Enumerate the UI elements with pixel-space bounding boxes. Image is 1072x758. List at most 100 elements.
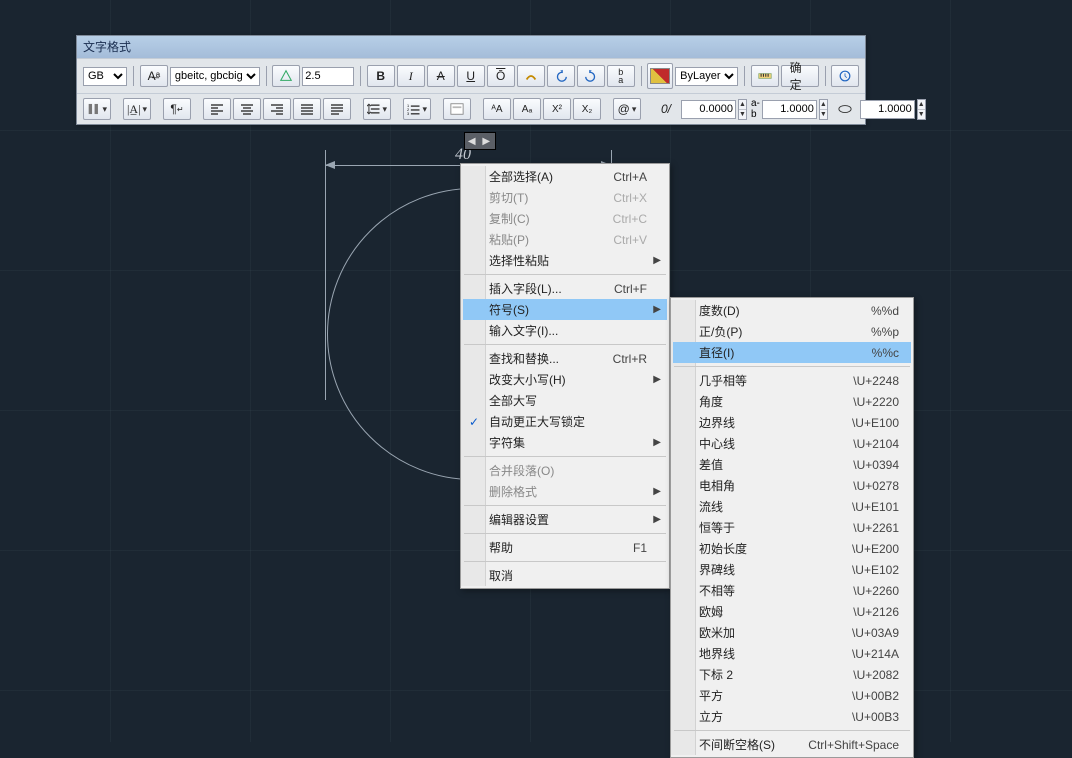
uppercase-button[interactable]: ᴬA — [483, 98, 511, 120]
menu-item-remove-fmt[interactable]: 删除格式▶ — [463, 481, 667, 502]
font-family-select[interactable]: GB — [83, 67, 127, 86]
menu-item-insert-field[interactable]: 插入字段(L)...Ctrl+F — [463, 278, 667, 299]
oblique-icon: 0/ — [653, 99, 679, 119]
menu-item-plusminus[interactable]: 正/负(P)%%p — [673, 321, 911, 342]
align-justify-button[interactable]: line{stroke:#333;stroke-width:1.4} — [293, 98, 321, 120]
width-factor-input[interactable] — [860, 100, 915, 119]
menu-separator — [464, 561, 666, 562]
color-swatch — [650, 68, 670, 84]
mtext-justify-button[interactable]: |A̲| — [123, 98, 151, 120]
lowercase-button[interactable]: Aₐ — [513, 98, 541, 120]
menu-item-ohm[interactable]: 欧姆\U+2126 — [673, 601, 911, 622]
menu-item-boundary[interactable]: 边界线\U+E100 — [673, 412, 911, 433]
panel-title: 文字格式 — [77, 36, 865, 58]
symbol-submenu: 度数(D)%%d 正/负(P)%%p 直径(I)%%c 几乎相等\U+2248 … — [670, 297, 914, 758]
line-spacing-button[interactable]: line{stroke:#333;stroke-width:1.4} — [363, 98, 391, 120]
ruler-tab-handle[interactable]: ◀ ▶ — [464, 132, 496, 150]
menu-item-all-caps[interactable]: 全部大写 — [463, 390, 667, 411]
paragraph-button[interactable]: ¶↵ — [163, 98, 191, 120]
annotative-button[interactable] — [272, 65, 300, 87]
menu-item-omega[interactable]: 欧米加\U+03A9 — [673, 622, 911, 643]
menu-item-find-replace[interactable]: 查找和替换...Ctrl+R — [463, 348, 667, 369]
menu-item-initlen[interactable]: 初始长度\U+E200 — [673, 538, 911, 559]
color-layer-select[interactable]: ByLayer — [675, 67, 738, 86]
oblique-spinner[interactable]: ▲▼ — [738, 99, 747, 120]
oblique-input[interactable] — [681, 100, 736, 119]
menu-item-copy[interactable]: 复制(C)Ctrl+C — [463, 208, 667, 229]
align-left-button[interactable]: line{stroke:#333;stroke-width:1.4} — [203, 98, 231, 120]
menu-item-cancel[interactable]: 取消 — [463, 565, 667, 586]
menu-item-delta[interactable]: 差值\U+0394 — [673, 454, 911, 475]
menu-item-cut[interactable]: 剪切(T)Ctrl+X — [463, 187, 667, 208]
insert-field-button[interactable] — [443, 98, 471, 120]
context-menu: 全部选择(A)Ctrl+A 剪切(T)Ctrl+X 复制(C)Ctrl+C 粘贴… — [460, 163, 670, 589]
menu-item-flowline[interactable]: 流线\U+E101 — [673, 496, 911, 517]
bold-button[interactable]: B — [367, 65, 395, 87]
menu-item-approx[interactable]: 几乎相等\U+2248 — [673, 370, 911, 391]
menu-item-nbsp[interactable]: 不间断空格(S)Ctrl+Shift+Space — [673, 734, 911, 755]
menu-item-charset[interactable]: 字符集▶ — [463, 432, 667, 453]
clear-format-button[interactable] — [517, 65, 545, 87]
text-style-select[interactable]: gbeitc, gbcbig — [170, 67, 260, 86]
toolbar-row-1: GB A̶ᵃ gbeitc, gbcbig B I A U Ō — [77, 58, 865, 93]
menu-item-phase[interactable]: 电相角\U+0278 — [673, 475, 911, 496]
overline-button[interactable]: Ō — [487, 65, 515, 87]
numbering-button[interactable]: 123line{stroke:#333;stroke-width:1.4} — [403, 98, 431, 120]
menu-item-editor-settings[interactable]: 编辑器设置▶ — [463, 509, 667, 530]
tracking-input[interactable] — [762, 100, 817, 119]
superscript-button[interactable]: X² — [543, 98, 571, 120]
menu-separator — [464, 505, 666, 506]
redo-button[interactable] — [577, 65, 605, 87]
menu-item-help[interactable]: 帮助F1 — [463, 537, 667, 558]
menu-separator — [464, 274, 666, 275]
menu-item-centerline[interactable]: 中心线\U+2104 — [673, 433, 911, 454]
tracking-spinner[interactable]: ▲▼ — [819, 99, 828, 120]
underline-button[interactable]: U — [457, 65, 485, 87]
drawing-canvas[interactable]: 40 ◀ ▶ 文字格式 GB A̶ᵃ gbeitc, gbcbig B I A … — [0, 0, 1072, 742]
menu-item-import-text[interactable]: 输入文字(I)... — [463, 320, 667, 341]
ok-button[interactable]: 确定 — [781, 65, 819, 87]
menu-item-cubed[interactable]: 立方\U+00B3 — [673, 706, 911, 727]
menu-item-degree[interactable]: 度数(D)%%d — [673, 300, 911, 321]
check-icon: ✓ — [469, 415, 479, 429]
menu-separator — [674, 730, 910, 731]
undo-button[interactable] — [547, 65, 575, 87]
menu-item-paste[interactable]: 粘贴(P)Ctrl+V — [463, 229, 667, 250]
menu-item-sub2[interactable]: 下标 2\U+2082 — [673, 664, 911, 685]
align-right-button[interactable]: line{stroke:#333;stroke-width:1.4} — [263, 98, 291, 120]
width-factor-icon — [832, 99, 858, 119]
menu-item-monument[interactable]: 界碑线\U+E102 — [673, 559, 911, 580]
width-factor-spinner[interactable]: ▲▼ — [917, 99, 926, 120]
menu-item-select-all[interactable]: 全部选择(A)Ctrl+A — [463, 166, 667, 187]
menu-item-property[interactable]: 地界线\U+214A — [673, 643, 911, 664]
align-distribute-button[interactable]: line{stroke:#333;stroke-width:1.4} — [323, 98, 351, 120]
menu-item-change-case[interactable]: 改变大小写(H)▶ — [463, 369, 667, 390]
ruler-button[interactable] — [751, 65, 779, 87]
menu-item-notequal[interactable]: 不相等\U+2260 — [673, 580, 911, 601]
text-format-panel: 文字格式 GB A̶ᵃ gbeitc, gbcbig B I A U Ō — [76, 35, 866, 125]
subscript-button[interactable]: X₂ — [573, 98, 601, 120]
toolbar-row-2: |A̲| ¶↵ line{stroke:#333;stroke-width:1.… — [77, 93, 865, 124]
svg-text:3: 3 — [407, 112, 409, 116]
menu-item-squared[interactable]: 平方\U+00B2 — [673, 685, 911, 706]
columns-button[interactable] — [83, 98, 111, 120]
menu-item-paste-special[interactable]: 选择性粘贴▶ — [463, 250, 667, 271]
options-button[interactable] — [831, 65, 859, 87]
menu-item-identical[interactable]: 恒等于\U+2261 — [673, 517, 911, 538]
stack-button[interactable]: ba — [607, 65, 635, 87]
menu-item-merge-para[interactable]: 合并段落(O) — [463, 460, 667, 481]
menu-item-diameter[interactable]: 直径(I)%%c — [673, 342, 911, 363]
color-swatch-button[interactable] — [647, 63, 673, 89]
align-center-button[interactable]: line{stroke:#333;stroke-width:1.4} — [233, 98, 261, 120]
italic-button[interactable]: I — [397, 65, 425, 87]
menu-separator — [464, 533, 666, 534]
strike-font-button[interactable]: A — [427, 65, 455, 87]
text-size-input[interactable] — [302, 67, 354, 86]
symbol-button[interactable]: @ — [613, 98, 641, 120]
extension-line-left — [325, 150, 326, 400]
menu-separator — [674, 366, 910, 367]
menu-item-angle[interactable]: 角度\U+2220 — [673, 391, 911, 412]
menu-item-autocaps[interactable]: ✓自动更正大写锁定 — [463, 411, 667, 432]
menu-item-symbol[interactable]: 符号(S)▶ — [463, 299, 667, 320]
menu-separator — [464, 344, 666, 345]
